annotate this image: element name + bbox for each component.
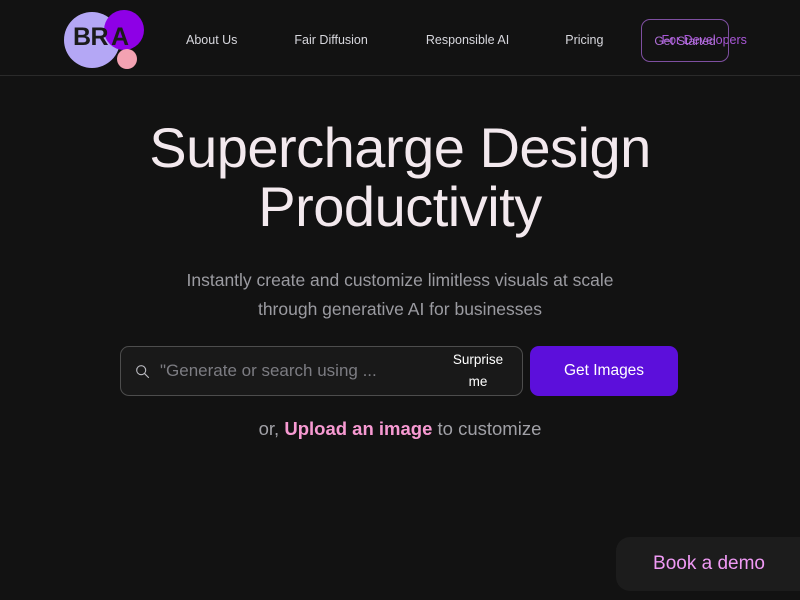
surprise-me-button[interactable]: Surprise me [444,349,512,392]
nav-about-us[interactable]: About Us [186,33,237,47]
get-images-button[interactable]: Get Images [530,346,678,396]
upload-prefix-text: or, [258,418,285,439]
upload-an-image-link[interactable]: Upload an image [284,418,432,439]
page-title: Supercharge Design Productivity [0,118,800,237]
hero-section: Supercharge Design Productivity Instantl… [0,76,800,325]
headline-line-2: Productivity [258,175,542,239]
site-header: BR A About Us Fair Diffusion Responsible… [0,0,800,76]
nav-responsible-ai[interactable]: Responsible AI [426,33,509,47]
search-input[interactable] [160,361,444,381]
subtitle-line-1: Instantly create and customize limitless… [186,269,614,290]
nav-pricing[interactable]: Pricing [565,33,603,47]
logo-text-a: A [111,23,130,51]
nav-fair-diffusion[interactable]: Fair Diffusion [294,33,367,47]
get-started-button[interactable]: Get Started [641,19,729,62]
bria-logo[interactable]: BR A [64,8,156,70]
book-a-demo-label: Book a demo [653,553,765,574]
subtitle-line-2: through generative AI for businesses [257,299,543,320]
search-icon [136,364,150,378]
logo-text-br: BR [73,23,109,51]
search-box[interactable]: Surprise me [120,346,523,396]
book-a-demo-button[interactable]: Book a demo [616,537,800,591]
hero-subtitle: Instantly create and customize limitless… [0,266,800,325]
upload-prompt: or, Upload an image to customize [0,418,800,440]
upload-suffix-text: to customize [432,418,542,439]
headline-line-1: Supercharge Design [149,116,651,179]
logo-dot-icon [117,49,137,69]
search-row: Surprise me Get Images [120,346,678,396]
